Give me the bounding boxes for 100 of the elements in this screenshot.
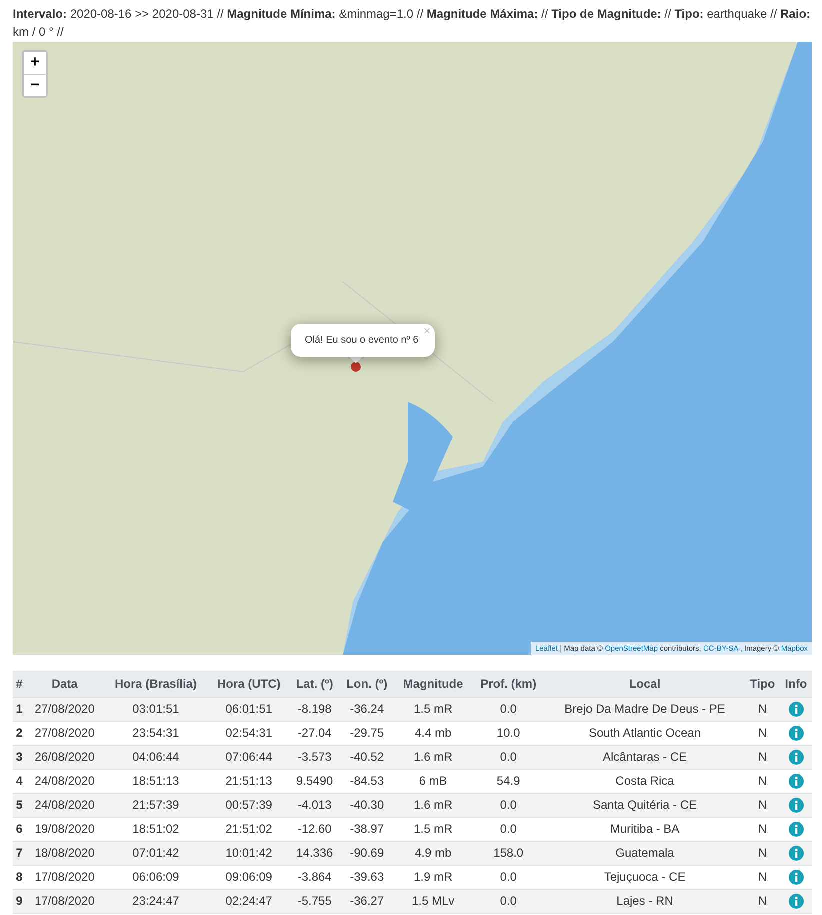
table-cell: 18:51:13 (104, 769, 208, 793)
table-cell: 9 (13, 889, 26, 913)
zoom-out-button[interactable]: − (24, 74, 46, 96)
table-cell: 6 mB (394, 769, 472, 793)
table-cell: 09:06:09 (208, 865, 290, 889)
table-cell: 1.6 mR (394, 745, 472, 769)
table-cell: -38.97 (340, 817, 394, 841)
table-cell: 0.0 (472, 745, 546, 769)
table-cell: 1.5 MLv (394, 889, 472, 913)
table-cell: 8 (13, 865, 26, 889)
table-cell: -4.013 (290, 793, 340, 817)
table-cell: -12.60 (290, 817, 340, 841)
info-icon[interactable] (788, 894, 804, 908)
column-header: Data (26, 671, 104, 697)
table-cell: -5.755 (290, 889, 340, 913)
table-cell: 23:24:47 (104, 889, 208, 913)
table-cell: -8.198 (290, 697, 340, 721)
table-cell: 14.336 (290, 841, 340, 865)
table-cell: 17/08/2020 (26, 889, 104, 913)
info-icon[interactable] (788, 726, 804, 740)
table-cell: -36.24 (340, 697, 394, 721)
column-header: # (13, 671, 26, 697)
table-cell: 23:54:31 (104, 721, 208, 745)
table-cell: 0.0 (472, 793, 546, 817)
popup-text: Olá! Eu sou o evento nº 6 (305, 335, 419, 346)
table-cell: 18:51:02 (104, 817, 208, 841)
table-cell: 1.5 mR (394, 817, 472, 841)
table-cell: 24/08/2020 (26, 793, 104, 817)
column-header: Prof. (km) (472, 671, 546, 697)
info-icon[interactable] (788, 750, 804, 764)
table-cell: 9.5490 (290, 769, 340, 793)
table-cell: Alcântaras - CE (545, 745, 746, 769)
table-cell: 1.5 mR (394, 697, 472, 721)
table-cell: 19/08/2020 (26, 817, 104, 841)
table-cell: 06:01:51 (208, 697, 290, 721)
column-header: Lat. (º) (290, 671, 340, 697)
table-cell: Brejo Da Madre De Deus - PE (545, 697, 746, 721)
column-header: Local (545, 671, 746, 697)
table-cell: 02:54:31 (208, 721, 290, 745)
table-cell: 1.6 mR (394, 793, 472, 817)
table-cell: 07:01:42 (104, 841, 208, 865)
table-cell: 00:57:39 (208, 793, 290, 817)
table-cell: N (745, 841, 780, 865)
table-cell: -40.30 (340, 793, 394, 817)
table-cell: -36.27 (340, 889, 394, 913)
table-cell: 10.0 (472, 721, 546, 745)
table-cell: 24/08/2020 (26, 769, 104, 793)
table-cell: Tejuçuoca - CE (545, 865, 746, 889)
table-cell: N (745, 721, 780, 745)
table-cell: -3.573 (290, 745, 340, 769)
table-cell: N (745, 865, 780, 889)
table-cell: -27.04 (290, 721, 340, 745)
table-cell: -29.75 (340, 721, 394, 745)
table-cell: 3 (13, 745, 26, 769)
table-cell: 4 (13, 769, 26, 793)
table-cell: 5 (13, 793, 26, 817)
info-icon[interactable] (788, 846, 804, 860)
table-cell: -84.53 (340, 769, 394, 793)
info-icon[interactable] (788, 798, 804, 812)
table-cell: Muritiba - BA (545, 817, 746, 841)
table-cell: 02:24:47 (208, 889, 290, 913)
info-icon[interactable] (788, 870, 804, 884)
table-cell: 6 (13, 817, 26, 841)
table-cell: 1.9 mR (394, 865, 472, 889)
table-cell: Guatemala (545, 841, 746, 865)
table-cell: 54.9 (472, 769, 546, 793)
info-icon[interactable] (788, 774, 804, 788)
table-cell: 4.9 mb (394, 841, 472, 865)
table-cell: -40.52 (340, 745, 394, 769)
table-cell: Costa Rica (545, 769, 746, 793)
table-cell: 21:51:13 (208, 769, 290, 793)
table-cell: N (745, 793, 780, 817)
table-cell: -3.864 (290, 865, 340, 889)
table-cell: 10:01:42 (208, 841, 290, 865)
column-header: Info (780, 671, 812, 697)
table-cell: N (745, 817, 780, 841)
table-cell: 0.0 (472, 697, 546, 721)
info-icon[interactable] (788, 822, 804, 836)
table-cell: 03:01:51 (104, 697, 208, 721)
table-cell: 1 (13, 697, 26, 721)
column-header: Magnitude (394, 671, 472, 697)
table-cell: Santa Quitéria - CE (545, 793, 746, 817)
table-cell: 2 (13, 721, 26, 745)
table-cell: 06:06:09 (104, 865, 208, 889)
column-header: Hora (UTC) (208, 671, 290, 697)
table-cell: N (745, 889, 780, 913)
info-icon[interactable] (788, 702, 804, 716)
table-cell: 0.0 (472, 889, 546, 913)
table-cell: 7 (13, 841, 26, 865)
table-cell: 26/08/2020 (26, 745, 104, 769)
table-cell: Lajes - RN (545, 889, 746, 913)
filter-summary: Intervalo: 2020-08-16 >> 2020-08-31 // Magnitude Mínima: &minmag=1.0 // Magnitude Máxima: // Tipo de Magnitude: // Tipo: earthquake // Raio: km / 0 ° // (12, 6, 812, 41)
table-cell: 27/08/2020 (26, 697, 104, 721)
table-cell: 4.4 mb (394, 721, 472, 745)
table-cell: N (745, 769, 780, 793)
table-cell: South Atlantic Ocean (545, 721, 746, 745)
table-cell: N (745, 697, 780, 721)
table-cell: -90.69 (340, 841, 394, 865)
table-cell: 21:51:02 (208, 817, 290, 841)
table-cell: -39.63 (340, 865, 394, 889)
